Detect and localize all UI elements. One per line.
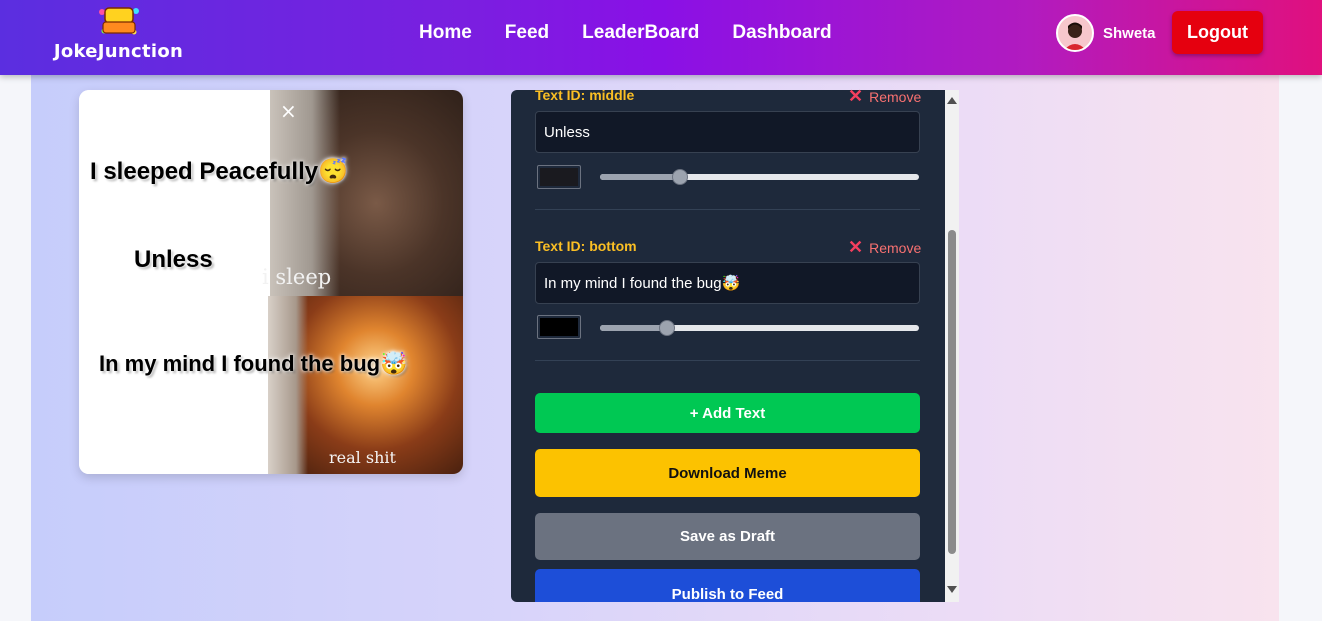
meme-text-middle[interactable]: Unless bbox=[134, 246, 213, 274]
close-icon: ✕ bbox=[848, 86, 864, 106]
scroll-thumb[interactable] bbox=[948, 230, 956, 554]
joke-junction-logo-icon bbox=[96, 4, 142, 38]
navbar: JokeJunction Home Feed LeaderBoard Dashb… bbox=[0, 0, 1322, 75]
color-picker-middle[interactable] bbox=[537, 165, 581, 189]
avatar[interactable] bbox=[1056, 14, 1094, 52]
panel-bottom-clip bbox=[511, 602, 961, 621]
slider-thumb[interactable] bbox=[658, 320, 675, 336]
scroll-up-arrow-icon[interactable] bbox=[947, 97, 957, 104]
add-text-button[interactable]: + Add Text bbox=[535, 393, 920, 433]
color-picker-bottom[interactable] bbox=[537, 315, 581, 339]
close-icon: ✕ bbox=[848, 237, 864, 257]
close-icon[interactable]: × bbox=[280, 100, 297, 122]
meme-text-top[interactable]: I sleeped Peacefully😴 bbox=[90, 157, 348, 186]
remove-button-middle[interactable]: ✕ Remove bbox=[848, 86, 921, 107]
logo[interactable]: JokeJunction bbox=[46, 4, 191, 62]
font-size-slider-middle[interactable] bbox=[600, 169, 919, 185]
divider bbox=[535, 209, 920, 210]
scroll-down-arrow-icon[interactable] bbox=[947, 586, 957, 593]
download-meme-button[interactable]: Download Meme bbox=[535, 449, 920, 497]
meme-white-area bbox=[79, 90, 269, 474]
meme-caption-bottom: real shit bbox=[329, 448, 396, 467]
color-swatch-middle bbox=[540, 168, 578, 186]
nav-home-link[interactable]: Home bbox=[419, 22, 472, 44]
slider-fill bbox=[600, 325, 667, 331]
nav-feed-link[interactable]: Feed bbox=[505, 22, 549, 44]
nav-links: Home Feed LeaderBoard Dashboard bbox=[419, 22, 865, 44]
remove-label: Remove bbox=[869, 88, 922, 105]
text-id-label-bottom: Text ID: bottom bbox=[535, 238, 637, 254]
text-id-label-middle: Text ID: middle bbox=[535, 87, 635, 103]
text-input-bottom[interactable] bbox=[535, 262, 920, 304]
meme-text-bottom[interactable]: In my mind I found the bug🤯 bbox=[99, 351, 407, 377]
username: Shweta bbox=[1103, 24, 1156, 42]
user-profile[interactable]: Shweta bbox=[1056, 14, 1156, 52]
remove-label: Remove bbox=[869, 239, 922, 256]
text-input-middle[interactable] bbox=[535, 111, 920, 153]
slider-thumb[interactable] bbox=[671, 169, 688, 185]
slider-fill bbox=[600, 174, 680, 180]
font-size-slider-bottom[interactable] bbox=[600, 320, 919, 336]
save-draft-button[interactable]: Save as Draft bbox=[535, 513, 920, 560]
color-swatch-bottom bbox=[540, 318, 578, 336]
logout-button[interactable]: Logout bbox=[1172, 11, 1263, 54]
brand-name[interactable]: JokeJunction bbox=[46, 41, 191, 62]
nav-leaderboard-link[interactable]: LeaderBoard bbox=[582, 22, 699, 44]
nav-dashboard-link[interactable]: Dashboard bbox=[732, 22, 831, 44]
remove-button-bottom[interactable]: ✕ Remove bbox=[848, 237, 921, 258]
meme-caption-top: i sleep bbox=[262, 265, 332, 289]
editor-scrollbar[interactable] bbox=[945, 90, 959, 602]
divider bbox=[535, 360, 920, 361]
